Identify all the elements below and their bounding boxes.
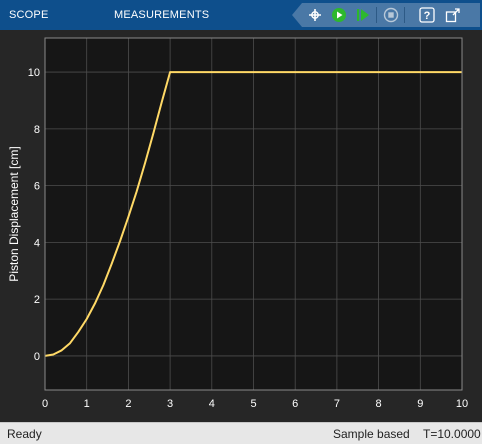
svg-text:?: ? bbox=[424, 10, 431, 22]
step-forward-icon bbox=[357, 9, 369, 21]
x-tick-label: 1 bbox=[84, 398, 90, 410]
undock-icon bbox=[445, 8, 460, 23]
y-tick-label: 0 bbox=[34, 351, 40, 363]
x-tick-label: 0 bbox=[42, 398, 48, 410]
y-tick-label: 6 bbox=[34, 181, 40, 193]
quick-access-bar: ? bbox=[292, 3, 480, 27]
tab-measurements[interactable]: MEASUREMENTS bbox=[114, 0, 209, 30]
step-back-icon bbox=[309, 9, 321, 21]
y-tick-labels: 0 2 4 6 8 10 bbox=[28, 67, 40, 363]
status-state: Ready bbox=[7, 427, 42, 441]
x-tick-label: 9 bbox=[417, 398, 423, 410]
x-tick-label: 2 bbox=[125, 398, 131, 410]
step-back-button[interactable] bbox=[306, 6, 324, 24]
x-tick-label: 10 bbox=[456, 398, 468, 410]
tab-scope[interactable]: SCOPE bbox=[9, 0, 49, 30]
status-sample-mode: Sample based bbox=[333, 427, 410, 441]
separator bbox=[404, 7, 405, 23]
y-tick-label: 2 bbox=[34, 294, 40, 306]
x-tick-label: 4 bbox=[209, 398, 215, 410]
step-forward-button[interactable] bbox=[354, 6, 372, 24]
x-tick-label: 3 bbox=[167, 398, 173, 410]
status-bar: Ready Sample based T=10.0000 bbox=[0, 422, 482, 444]
help-button[interactable]: ? bbox=[418, 6, 436, 24]
help-icon: ? bbox=[419, 7, 435, 23]
x-tick-label: 7 bbox=[334, 398, 340, 410]
scope-axes[interactable]: 0 1 2 3 4 5 6 7 8 9 10 0 2 4 6 8 10 Piston Displacement… bbox=[0, 30, 482, 422]
y-tick-label: 8 bbox=[34, 124, 40, 136]
y-tick-label: 10 bbox=[28, 67, 40, 79]
x-tick-label: 5 bbox=[250, 398, 256, 410]
x-tick-label: 6 bbox=[292, 398, 298, 410]
run-button[interactable] bbox=[330, 6, 348, 24]
x-tick-label: 8 bbox=[376, 398, 382, 410]
stop-icon bbox=[383, 7, 399, 23]
x-tick-labels: 0 1 2 3 4 5 6 7 8 9 10 bbox=[42, 398, 468, 410]
status-time: T=10.0000 bbox=[423, 427, 481, 441]
toolstrip: SCOPE MEASUREMENTS ? bbox=[0, 0, 482, 30]
run-icon bbox=[332, 8, 346, 22]
undock-button[interactable] bbox=[444, 6, 462, 24]
y-tick-label: 4 bbox=[34, 237, 40, 249]
y-axis-label: Piston Displacement [cm] bbox=[7, 146, 21, 281]
separator bbox=[376, 7, 377, 23]
stop-button[interactable] bbox=[382, 6, 400, 24]
